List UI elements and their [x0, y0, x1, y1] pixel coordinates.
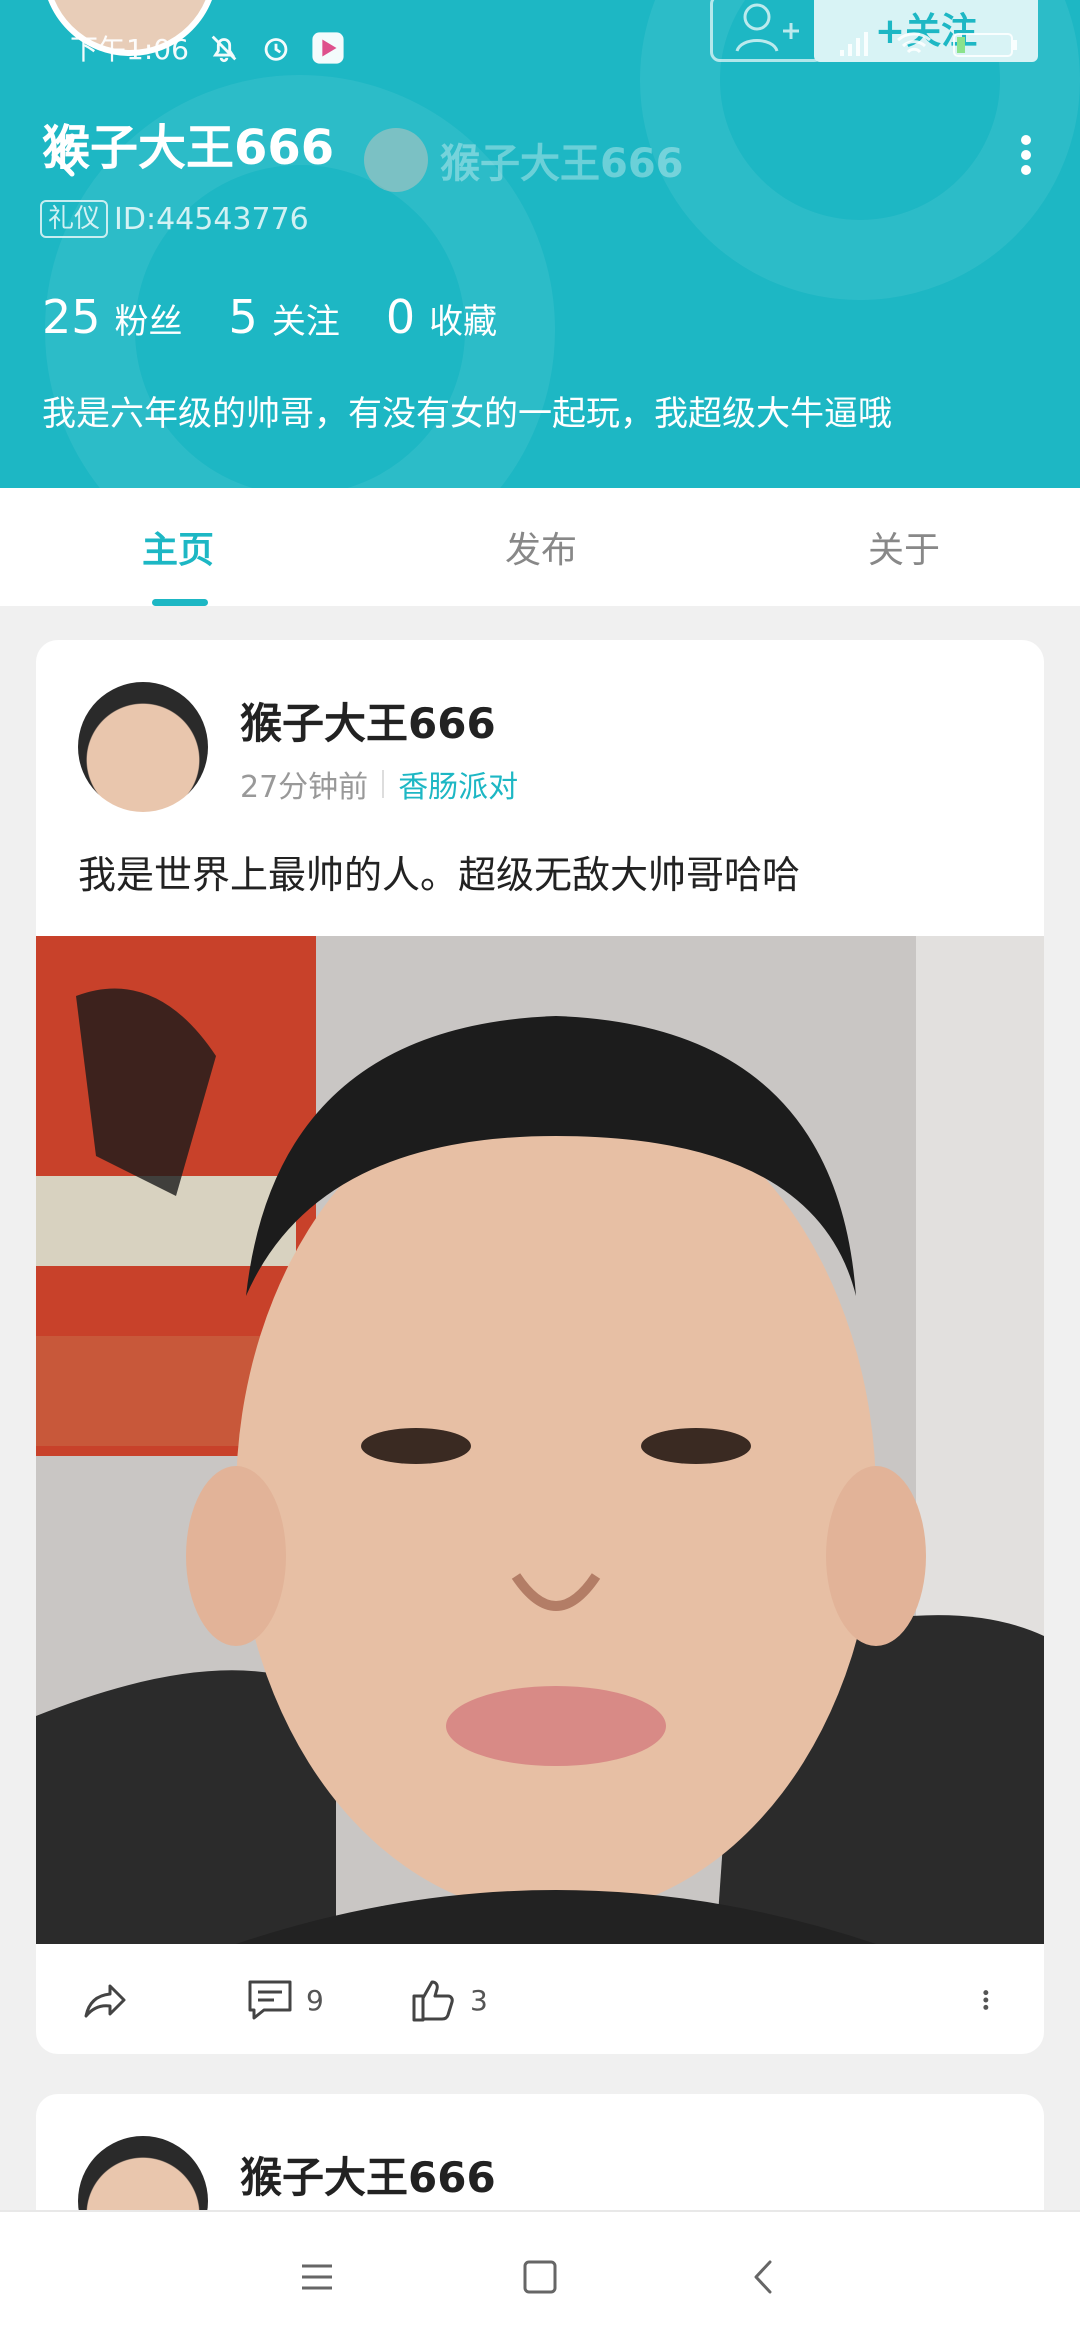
- profile-tabs: 主页 发布 关于: [0, 488, 1080, 606]
- wifi-icon: [897, 32, 931, 54]
- post-photo[interactable]: [36, 936, 1044, 1944]
- post-time: 27分钟前: [240, 770, 369, 805]
- comment-button[interactable]: 9: [244, 1974, 324, 2026]
- stat-following-label: 关注: [271, 302, 340, 342]
- tab-home[interactable]: 主页: [0, 488, 408, 606]
- status-bar-left: 下午1:06: [70, 28, 345, 68]
- menu-icon[interactable]: [292, 2252, 342, 2302]
- stat-following[interactable]: 5 关注: [229, 290, 340, 344]
- post-more-button[interactable]: [976, 1974, 1008, 2026]
- add-friend-button[interactable]: [710, 0, 824, 62]
- stat-fans[interactable]: 25 粉丝: [42, 290, 183, 344]
- stat-favorites-label: 收藏: [429, 302, 498, 342]
- share-button[interactable]: [78, 1974, 130, 2026]
- stat-favorites[interactable]: 0 收藏: [386, 290, 497, 344]
- post-author-name[interactable]: 猴子大王666: [240, 2144, 496, 2205]
- like-button[interactable]: 3: [408, 1974, 488, 2026]
- stat-fans-label: 粉丝: [114, 302, 183, 342]
- post-actions: 9 3: [36, 1944, 1044, 2054]
- tab-posts-label: 发布: [504, 530, 577, 571]
- stat-favorites-value: 0: [385, 290, 416, 344]
- like-icon: [412, 1980, 454, 2022]
- stat-following-value: 5: [228, 290, 258, 344]
- tab-active-indicator: [152, 599, 208, 606]
- nav-back-icon[interactable]: [740, 2252, 790, 2302]
- signal-icon: [840, 32, 868, 56]
- post-topic-link[interactable]: 香肠派对: [398, 762, 518, 806]
- profile-bio: 我是六年级的帅哥，有没有女的一起玩，我超级大牛逼哦: [42, 394, 892, 434]
- more-vertical-icon: [983, 1990, 989, 2010]
- home-icon[interactable]: [515, 2252, 565, 2302]
- stat-fans-value: 25: [42, 290, 101, 344]
- bell-off-icon: [211, 35, 237, 63]
- selfie-photo: [36, 936, 1044, 1944]
- post-author-name[interactable]: 猴子大王666: [240, 690, 496, 751]
- profile-header: 下午1:06 +关注 猴子大王666 猴子大王666 礼仪 ID:4454377…: [0, 0, 1080, 488]
- profile-stats: 25 粉丝 5 关注 0 收藏: [42, 290, 497, 344]
- post-meta: 27分钟前 香肠派对: [240, 762, 518, 806]
- status-time: 下午1:06: [70, 33, 189, 66]
- comment-icon: [248, 1980, 292, 2020]
- profile-username: 猴子大王666: [42, 120, 335, 176]
- collapsed-avatar: [364, 128, 428, 192]
- comment-count: 9: [306, 1983, 324, 2017]
- battery-icon: [953, 33, 1017, 57]
- user-tag: 礼仪: [40, 200, 109, 238]
- tab-about[interactable]: 关于: [674, 488, 1080, 606]
- more-icon[interactable]: [1006, 130, 1046, 180]
- tab-home-label: 主页: [142, 530, 215, 571]
- collapsed-username: 猴子大王666: [440, 141, 684, 187]
- share-icon: [84, 1984, 126, 2018]
- add-user-icon: [735, 3, 799, 52]
- tab-about-label: 关于: [867, 530, 940, 571]
- user-tag-row: 礼仪 ID:44543776: [40, 200, 309, 238]
- user-id: ID:44543776: [114, 201, 309, 237]
- status-bar-right: [836, 28, 1022, 60]
- post-text: 我是世界上最帅的人。超级无敌大帅哥哈哈: [78, 853, 801, 897]
- post-card[interactable]: 猴子大王666 27分钟前 香肠派对 我是世界上最帅的人。超级无敌大帅哥哈哈 9…: [36, 640, 1044, 2054]
- alarm-icon: [264, 38, 288, 61]
- meta-divider: [382, 770, 385, 798]
- collapsed-title: 猴子大王666: [364, 128, 684, 192]
- post-author-avatar[interactable]: [78, 682, 208, 812]
- like-count: 3: [470, 1983, 488, 2017]
- play-store-icon: [312, 32, 344, 64]
- tab-posts[interactable]: 发布: [408, 488, 674, 606]
- system-nav-bar: [0, 2210, 1080, 2340]
